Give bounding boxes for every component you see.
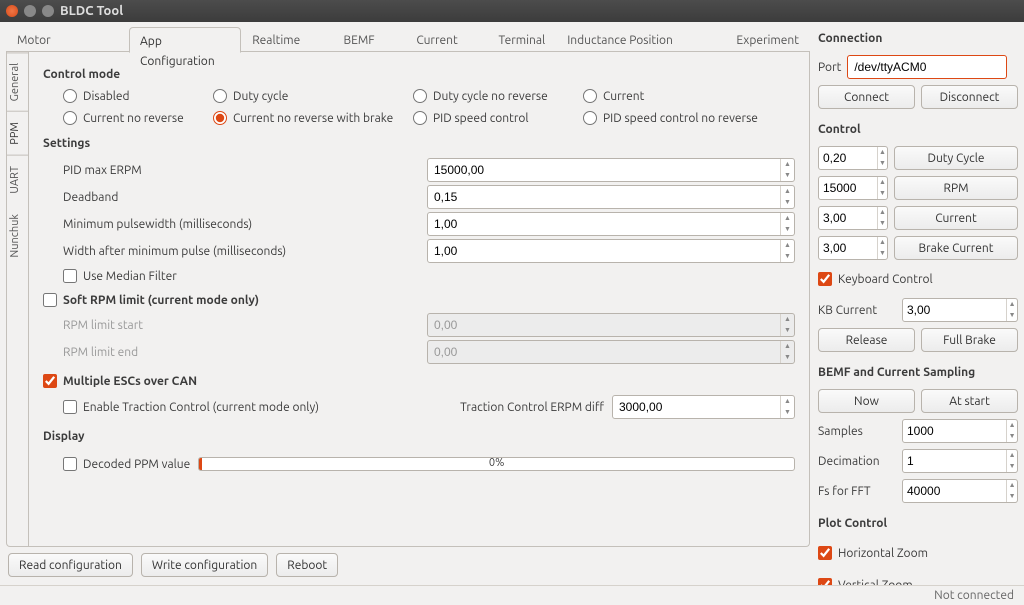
rpm-limit-end-label: RPM limit end	[63, 346, 423, 359]
tab-motor-configuration[interactable]: Motor Configuration	[6, 26, 129, 52]
plot-title: Plot Control	[818, 517, 1018, 530]
horizontal-zoom-label: Horizontal Zoom	[838, 547, 928, 560]
multiple-escs-checkbox[interactable]	[43, 374, 57, 388]
tab-inductance-position-detection[interactable]: Inductance Position Detection	[556, 26, 725, 52]
maximize-icon[interactable]	[42, 5, 54, 17]
settings-title: Settings	[43, 137, 795, 150]
port-label: Port	[818, 61, 841, 74]
tc-diff-input[interactable]: ▲▼	[612, 395, 795, 419]
duty-cycle-button[interactable]: Duty Cycle	[894, 146, 1018, 170]
radio-current-no-reverse-brake[interactable]: Current no reverse with brake	[213, 111, 413, 125]
deadband-label: Deadband	[63, 191, 423, 204]
now-button[interactable]: Now	[818, 389, 915, 413]
radio-pid-speed-no-reverse[interactable]: PID speed control no reverse	[583, 111, 783, 125]
tab-bemf-plot[interactable]: BEMF Plot	[333, 26, 406, 52]
rpm-limit-end-input: ▲▼	[427, 340, 795, 364]
reboot-button[interactable]: Reboot	[276, 553, 338, 577]
deadband-input[interactable]: ▲▼	[427, 185, 795, 209]
radio-pid-speed[interactable]: PID speed control	[413, 111, 583, 125]
radio-duty-cycle-no-reverse[interactable]: Duty cycle no reverse	[413, 89, 583, 103]
connect-button[interactable]: Connect	[818, 85, 915, 109]
horizontal-zoom-checkbox[interactable]	[818, 546, 832, 560]
tab-terminal[interactable]: Terminal	[487, 26, 556, 52]
full-brake-button[interactable]: Full Brake	[921, 328, 1018, 352]
traction-control-checkbox[interactable]	[63, 400, 77, 414]
current-button[interactable]: Current	[894, 206, 1018, 230]
vertical-zoom-checkbox[interactable]	[818, 578, 832, 585]
bemf-title: BEMF and Current Sampling	[818, 366, 1018, 379]
width-after-input[interactable]: ▲▼	[427, 239, 795, 263]
rpm-limit-start-label: RPM limit start	[63, 319, 423, 332]
close-icon[interactable]	[6, 5, 18, 17]
radio-duty-cycle[interactable]: Duty cycle	[213, 89, 413, 103]
control-title: Control	[818, 123, 1018, 136]
fs-fft-input[interactable]: ▲▼	[902, 479, 1018, 503]
vtab-general[interactable]: General	[7, 52, 28, 111]
rpm-button[interactable]: RPM	[894, 176, 1018, 200]
keyboard-control-checkbox[interactable]	[818, 272, 832, 286]
minimize-icon[interactable]	[24, 5, 36, 17]
traction-control-label: Enable Traction Control (current mode on…	[83, 401, 319, 414]
soft-rpm-title: Soft RPM limit (current mode only)	[63, 294, 259, 307]
tc-diff-label: Traction Control ERPM diff	[460, 401, 604, 414]
vtab-ppm[interactable]: PPM	[7, 111, 28, 155]
vtab-uart[interactable]: UART	[7, 155, 28, 204]
pid-max-erpm-label: PID max ERPM	[63, 164, 423, 177]
connection-title: Connection	[818, 32, 1018, 45]
width-after-label: Width after minimum pulse (milliseconds)	[63, 245, 423, 258]
min-pulsewidth-label: Minimum pulsewidth (milliseconds)	[63, 218, 423, 231]
at-start-button[interactable]: At start	[921, 389, 1018, 413]
disconnect-button[interactable]: Disconnect	[921, 85, 1018, 109]
rpm-limit-start-input: ▲▼	[427, 313, 795, 337]
decoded-ppm-label: Decoded PPM value	[83, 458, 190, 471]
brake-current-button[interactable]: Brake Current	[894, 236, 1018, 260]
samples-input[interactable]: ▲▼	[902, 419, 1018, 443]
tab-experiment[interactable]: Experiment	[725, 26, 810, 52]
duty-value-input[interactable]: ▲▼	[818, 146, 888, 170]
decimation-input[interactable]: ▲▼	[902, 449, 1018, 473]
read-configuration-button[interactable]: Read configuration	[8, 553, 133, 577]
decimation-label: Decimation	[818, 455, 896, 468]
min-pulsewidth-input[interactable]: ▲▼	[427, 212, 795, 236]
tab-app-configuration[interactable]: App Configuration	[129, 27, 241, 53]
brake-current-value-input[interactable]: ▲▼	[818, 236, 888, 260]
kb-current-label: KB Current	[818, 304, 896, 317]
samples-label: Samples	[818, 425, 896, 438]
median-filter-checkbox[interactable]	[63, 269, 77, 283]
status-bar: Not connected	[0, 585, 1024, 605]
write-configuration-button[interactable]: Write configuration	[141, 553, 268, 577]
tab-realtime-data[interactable]: Realtime Data	[241, 26, 332, 52]
titlebar: BLDC Tool	[0, 0, 1024, 22]
median-filter-label: Use Median Filter	[83, 270, 177, 283]
decoded-ppm-checkbox[interactable]	[63, 457, 77, 471]
soft-rpm-checkbox[interactable]	[43, 293, 57, 307]
status-text: Not connected	[934, 589, 1014, 602]
release-button[interactable]: Release	[818, 328, 915, 352]
fs-fft-label: Fs for FFT	[818, 485, 896, 498]
display-title: Display	[43, 430, 795, 443]
control-mode-group: Disabled Duty cycle Duty cycle no revers…	[43, 89, 795, 125]
radio-current[interactable]: Current	[583, 89, 783, 103]
port-input[interactable]	[847, 55, 1007, 79]
multiple-escs-title: Multiple ESCs over CAN	[63, 375, 197, 388]
pid-max-erpm-input[interactable]: ▲▼	[427, 158, 795, 182]
tab-current-plot[interactable]: Current Plot	[405, 26, 487, 52]
side-tabs: General PPM UART Nunchuk	[7, 52, 29, 546]
keyboard-control-label: Keyboard Control	[838, 273, 933, 286]
rpm-value-input[interactable]: ▲▼	[818, 176, 888, 200]
radio-current-no-reverse[interactable]: Current no reverse	[63, 111, 213, 125]
radio-disabled[interactable]: Disabled	[63, 89, 213, 103]
decoded-ppm-progress: 0%	[198, 457, 795, 471]
main-tabs: Motor Configuration App Configuration Re…	[6, 26, 810, 52]
vtab-nunchuk[interactable]: Nunchuk	[7, 204, 28, 268]
window-title: BLDC Tool	[60, 4, 123, 18]
kb-current-input[interactable]: ▲▼	[902, 298, 1018, 322]
current-value-input[interactable]: ▲▼	[818, 206, 888, 230]
